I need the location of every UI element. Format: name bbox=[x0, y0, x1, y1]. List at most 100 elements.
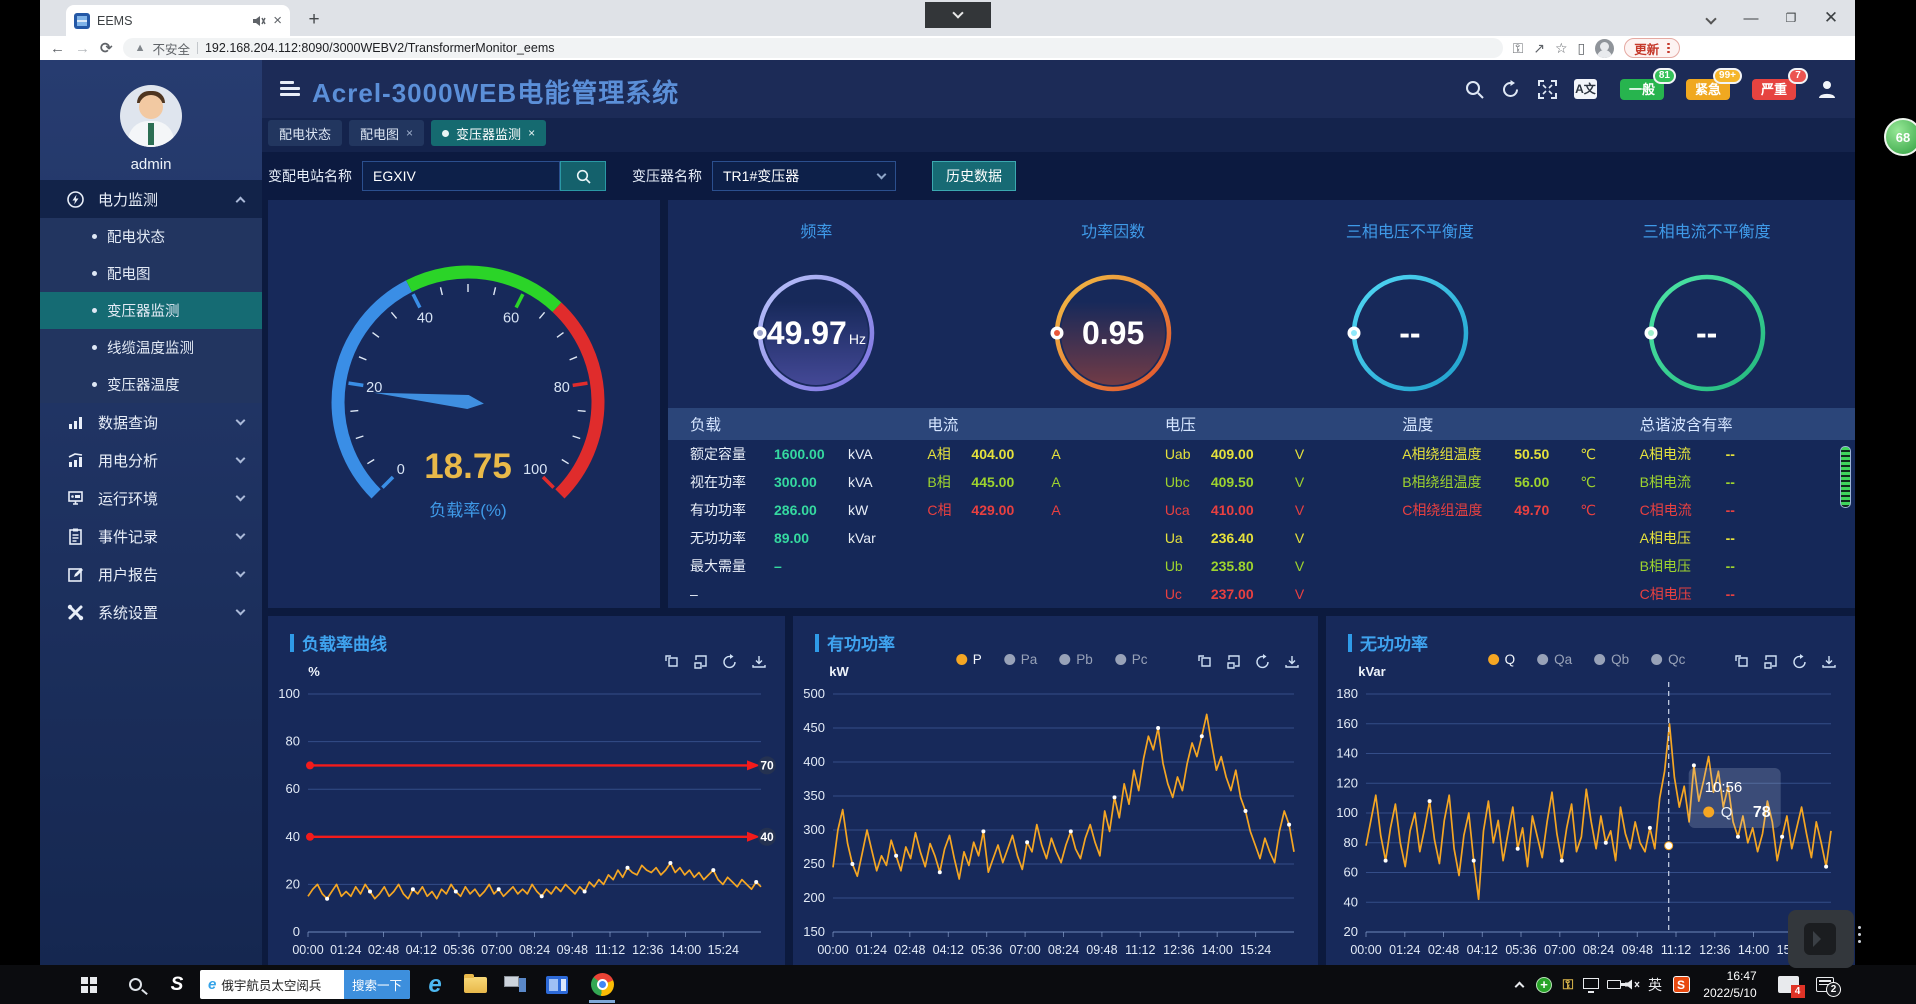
fullscreen-icon[interactable] bbox=[1538, 80, 1557, 99]
close-button[interactable]: ✕ bbox=[1811, 8, 1851, 28]
app-title: Acrel-3000WEB电能管理系统 bbox=[312, 73, 679, 110]
sogou-tray-icon[interactable]: S bbox=[1668, 965, 1694, 1004]
table-cell: 有功功率 286.00 kW bbox=[668, 500, 905, 520]
tab-muted-icon[interactable] bbox=[252, 15, 266, 27]
legend-item-Q[interactable]: Q bbox=[1488, 652, 1516, 667]
alarm-badge-1[interactable]: 紧急99+ bbox=[1686, 79, 1730, 100]
legend-item-Qc[interactable]: Qc bbox=[1651, 652, 1685, 667]
sidebar-item-5[interactable]: 用户报告 bbox=[40, 555, 262, 593]
history-data-button[interactable]: 历史数据 bbox=[932, 161, 1016, 191]
legend-item-Pc[interactable]: Pc bbox=[1115, 652, 1148, 667]
table-scrollbar[interactable] bbox=[1840, 442, 1852, 602]
view-tab-0[interactable]: 配电状态 bbox=[268, 120, 342, 146]
restore-icon[interactable] bbox=[1226, 654, 1242, 669]
taskbar-search-box[interactable]: e 俄宇航员太空阅兵 搜索一下 bbox=[200, 965, 410, 1004]
taskbar-clock[interactable]: 16:47 2022/5/10 bbox=[1694, 965, 1766, 1004]
sidebar-subitem-0-3[interactable]: 线缆温度监测 bbox=[40, 329, 262, 366]
back-icon[interactable]: ← bbox=[50, 40, 65, 57]
share-icon[interactable]: ↗ bbox=[1533, 40, 1545, 57]
tab-search-chevron[interactable] bbox=[1691, 10, 1731, 27]
close-icon[interactable]: × bbox=[528, 126, 535, 140]
zoom-restore-icon[interactable] bbox=[1197, 654, 1213, 669]
alarm-badge-2[interactable]: 严重7 bbox=[1752, 79, 1796, 100]
menu-toggle-icon[interactable] bbox=[280, 81, 300, 97]
side-panel-icon[interactable]: ▯ bbox=[1578, 40, 1586, 57]
notification-center-icon[interactable]: 2 bbox=[1808, 965, 1842, 1004]
ime-indicator[interactable]: 英 bbox=[1644, 965, 1666, 1004]
legend-item-Qa[interactable]: Qa bbox=[1537, 652, 1572, 667]
start-button[interactable] bbox=[72, 965, 106, 1004]
taskbar-search-icon[interactable] bbox=[118, 965, 152, 1004]
translate-icon[interactable]: A文 bbox=[1574, 79, 1597, 99]
omnibox[interactable]: ▲ 不安全 192.168.204.112:8090/3000WEBV2/Tra… bbox=[123, 38, 1503, 58]
tab-close-icon[interactable]: × bbox=[273, 13, 282, 28]
restore-button[interactable]: ❐ bbox=[1771, 11, 1811, 25]
assistant-icon[interactable]: S bbox=[160, 965, 194, 1004]
ring-gauge-value: 0.95 bbox=[1038, 258, 1188, 408]
user-icon[interactable] bbox=[1817, 79, 1837, 99]
network-tray-icon[interactable] bbox=[1578, 965, 1604, 1004]
reload-icon[interactable]: ⟳ bbox=[100, 39, 113, 57]
devices-app-icon[interactable] bbox=[498, 965, 532, 1004]
sidebar-subitem-0-1[interactable]: 配电图 bbox=[40, 255, 262, 292]
download-icon[interactable] bbox=[1821, 654, 1837, 669]
legend-item-Qb[interactable]: Qb bbox=[1594, 652, 1629, 667]
sidebar-item-2[interactable]: 用电分析 bbox=[40, 441, 262, 479]
refresh-icon[interactable] bbox=[722, 654, 738, 669]
overlay-progress-badge[interactable]: 68 bbox=[1884, 118, 1916, 156]
chrome-taskbar-icon[interactable] bbox=[582, 965, 622, 1004]
station-search-button[interactable] bbox=[560, 161, 606, 191]
mini-player-menu-icon[interactable] bbox=[1858, 922, 1861, 947]
zoom-restore-icon[interactable] bbox=[1734, 654, 1750, 669]
new-tab-button[interactable]: + bbox=[302, 8, 326, 32]
restore-icon[interactable] bbox=[693, 654, 709, 669]
sidebar-item-4[interactable]: 事件记录 bbox=[40, 517, 262, 555]
sidebar-subitem-0-4[interactable]: 变压器温度 bbox=[40, 366, 262, 403]
view-tab-2[interactable]: 变压器监测× bbox=[431, 120, 546, 146]
ie-taskbar-icon[interactable]: e bbox=[418, 965, 452, 1004]
minimize-button[interactable]: — bbox=[1731, 10, 1771, 27]
forward-icon[interactable]: → bbox=[75, 40, 90, 57]
mini-player-overlay[interactable] bbox=[1788, 910, 1854, 968]
restore-icon[interactable] bbox=[1763, 654, 1779, 669]
alarm-badge-0[interactable]: 一般81 bbox=[1620, 79, 1664, 100]
transformer-select[interactable]: TR1#变压器 bbox=[712, 161, 896, 191]
sidebar-item-6[interactable]: 系统设置 bbox=[40, 593, 262, 631]
tray-expand-icon[interactable] bbox=[1508, 965, 1530, 1004]
volume-muted-icon[interactable] bbox=[1618, 965, 1646, 1004]
zoom-restore-icon[interactable] bbox=[664, 654, 680, 669]
close-icon[interactable]: × bbox=[406, 126, 413, 140]
chrome-update-button[interactable]: 更新 bbox=[1624, 38, 1680, 58]
browser-tab[interactable]: EEMS × bbox=[66, 5, 290, 36]
sidebar-item-1[interactable]: 数据查询 bbox=[40, 403, 262, 441]
password-key-icon[interactable]: ⚿ bbox=[1513, 40, 1524, 57]
app-with-badge-icon[interactable]: 4 bbox=[1772, 965, 1804, 1004]
download-icon[interactable] bbox=[1284, 654, 1300, 669]
sidebar-subitem-0-2[interactable]: 变压器监测 bbox=[40, 292, 262, 329]
media-app-icon[interactable] bbox=[540, 965, 574, 1004]
bookmark-star-icon[interactable]: ☆ bbox=[1555, 40, 1568, 57]
refresh-icon[interactable] bbox=[1501, 80, 1521, 99]
legend-item-P[interactable]: P bbox=[956, 652, 982, 667]
legend-item-Pb[interactable]: Pb bbox=[1059, 652, 1093, 667]
profile-avatar[interactable] bbox=[1595, 39, 1614, 58]
sidebar-subitem-0-0[interactable]: 配电状态 bbox=[40, 218, 262, 255]
user-avatar[interactable] bbox=[120, 85, 182, 147]
station-input[interactable]: EGXIV bbox=[362, 161, 560, 191]
search-go-button[interactable]: 搜索一下 bbox=[344, 970, 410, 999]
antivirus-tray-icon[interactable]: + bbox=[1532, 965, 1556, 1004]
download-icon[interactable] bbox=[751, 654, 767, 669]
legend-item-Pa[interactable]: Pa bbox=[1004, 652, 1038, 667]
view-tab-1[interactable]: 配电图× bbox=[349, 120, 424, 146]
search-icon[interactable] bbox=[1465, 80, 1484, 99]
svg-text:09:48: 09:48 bbox=[1086, 943, 1117, 957]
table-header-1: 电流 bbox=[905, 413, 1142, 435]
keys-tray-icon[interactable]: ⚿ bbox=[1556, 965, 1580, 1004]
recording-overlay-chevron[interactable] bbox=[925, 2, 991, 28]
sidebar-item-3[interactable]: 运行环境 bbox=[40, 479, 262, 517]
sidebar-item-0[interactable]: 电力监测 bbox=[40, 180, 262, 218]
refresh-icon[interactable] bbox=[1255, 654, 1271, 669]
file-explorer-icon[interactable] bbox=[458, 965, 492, 1004]
browser-menu-icon[interactable] bbox=[1667, 41, 1670, 55]
refresh-icon[interactable] bbox=[1792, 654, 1808, 669]
